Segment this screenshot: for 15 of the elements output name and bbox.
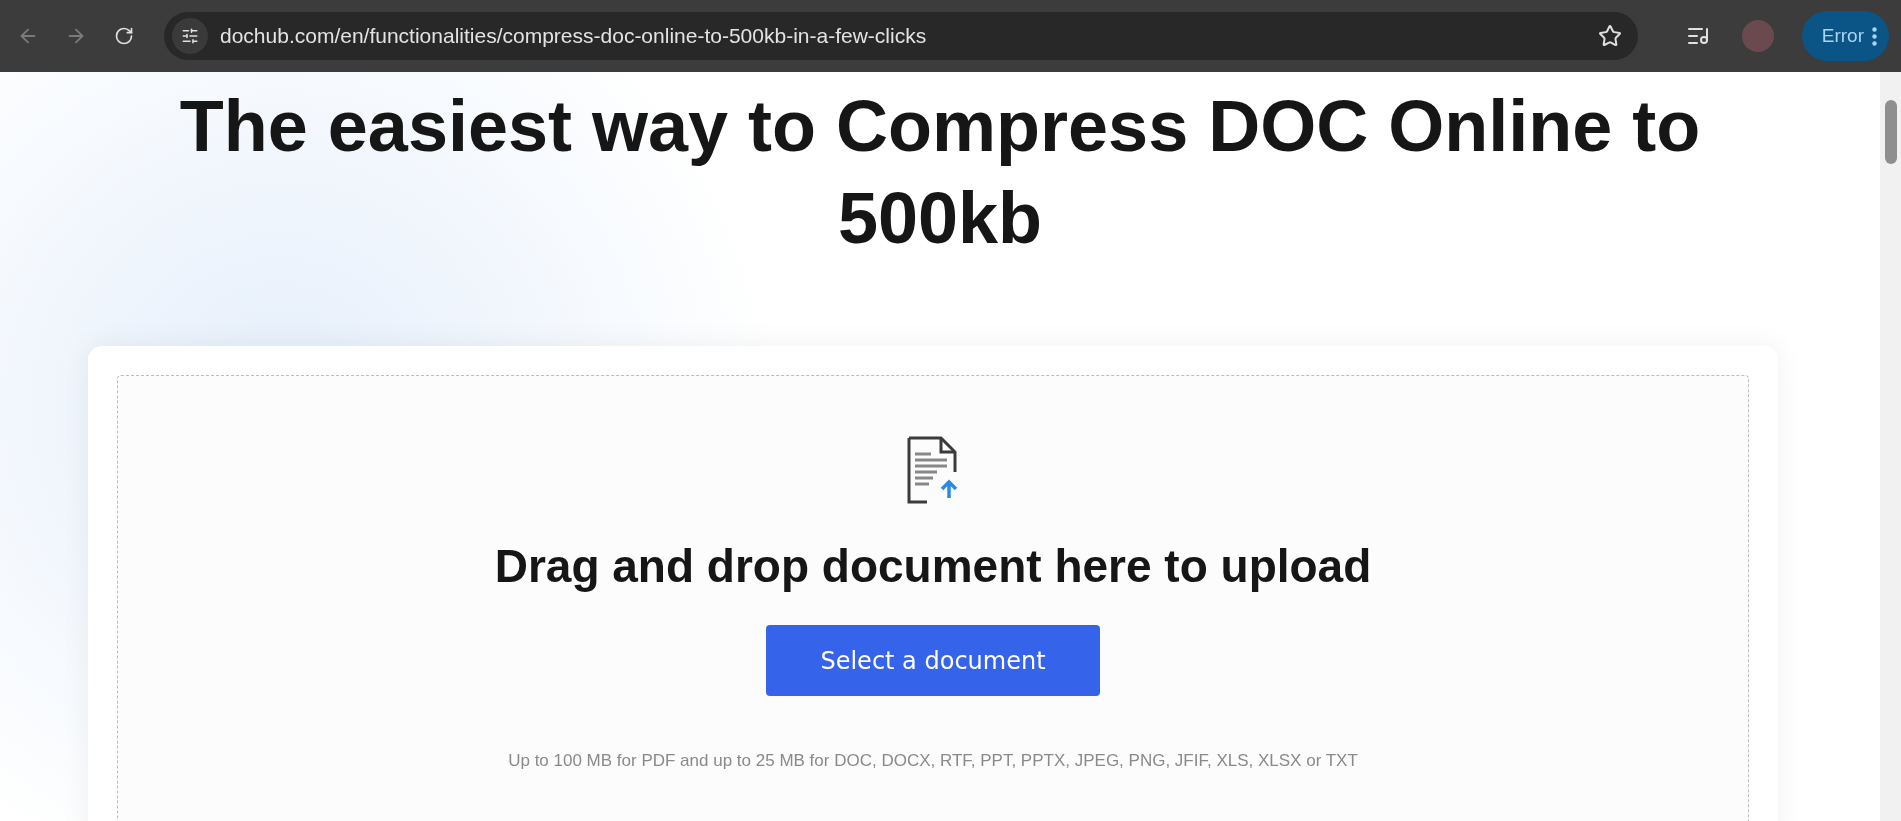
upload-heading: Drag and drop document here to upload: [494, 539, 1372, 594]
avatar[interactable]: [1741, 20, 1774, 52]
bookmark-star-icon[interactable]: [1597, 24, 1622, 48]
address-bar[interactable]: dochub.com/en/functionalities/compress-doc-online-to-500kb-in-a-few-clicks: [164, 12, 1638, 60]
file-size-note: Up to 100 MB for PDF and up to 25 MB for DOC, DOCX, RTF, PPT, PPTX, JPEG, PNG, JFIF, XLS, XLSX or TXT: [508, 750, 1358, 772]
url-text: dochub.com/en/functionalities/compress-doc-online-to-500kb-in-a-few-clicks: [220, 23, 927, 50]
reload-icon: [114, 26, 134, 46]
select-document-button[interactable]: Select a document: [766, 625, 1100, 696]
scroll-thumb[interactable]: [1884, 100, 1897, 164]
more-vertical-icon: [1872, 26, 1877, 46]
document-upload-icon: [907, 436, 959, 504]
page-title: The easiest way to Compress DOC Online to 500kb: [178, 85, 1702, 260]
site-settings-icon[interactable]: [172, 18, 208, 54]
profile-error-button[interactable]: Error: [1801, 11, 1889, 61]
scrollbar[interactable]: [1880, 72, 1901, 821]
